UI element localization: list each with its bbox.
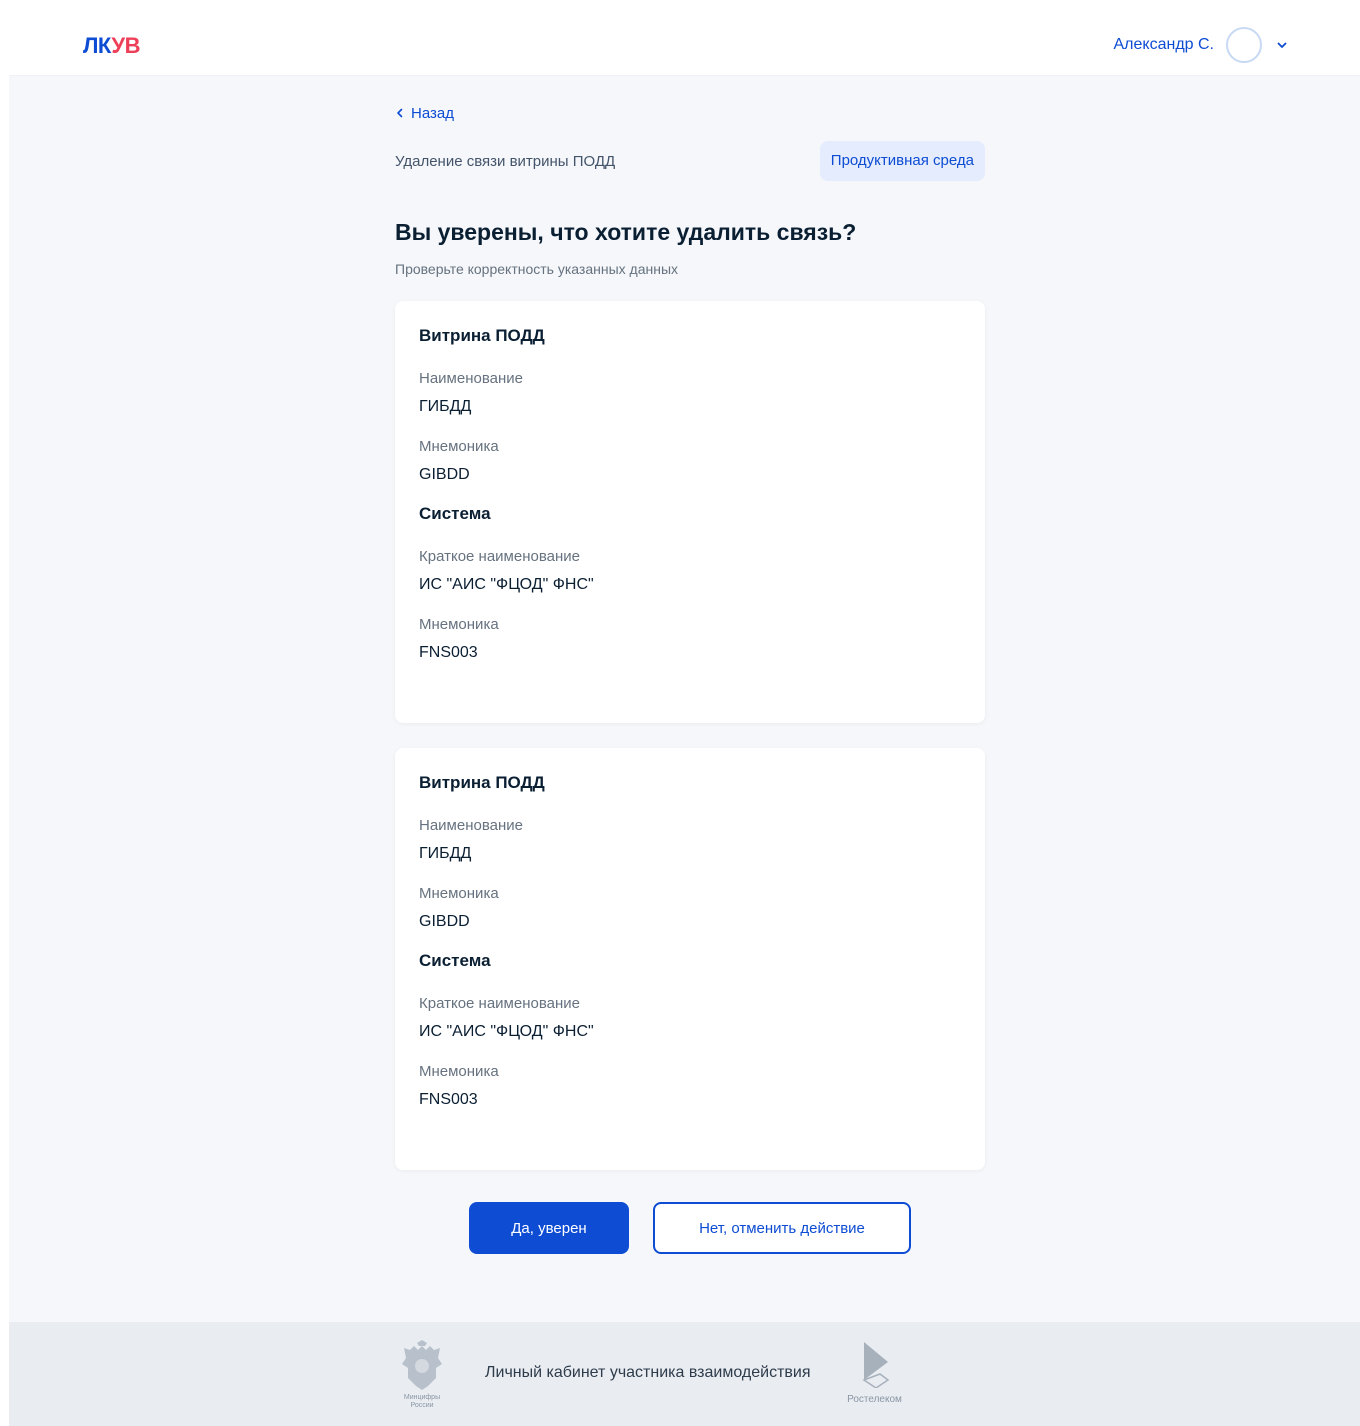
cancel-button[interactable]: Нет, отменить действие [653,1202,911,1254]
field-label: Краткое наименование [419,995,580,1012]
field-label: Мнемоника [419,616,499,633]
field-value: GIBDD [419,466,470,483]
field-name: Наименование ГИБДД [419,816,961,864]
system-title: Система [419,504,491,523]
footer-content: Минцифры России Личный кабинет участника… [393,1340,911,1416]
rostelecom-logo: Ростелеком [839,1340,911,1405]
field-value: ИС "АИС "ФЦОД" ФНС" [419,1023,594,1040]
field-label: Мнемоника [419,438,499,455]
service-row: Удаление связи витрины ПОДД Продуктивная… [395,141,985,181]
field-label: Мнемоника [419,1063,499,1080]
avatar [1226,27,1262,63]
ministry-logo: Минцифры России [393,1340,451,1410]
field-value: ГИБДД [419,398,472,415]
chevron-left-icon [397,108,403,118]
rostelecom-icon [861,1342,889,1388]
action-buttons: Да, уверен Нет, отменить действие [395,1202,985,1254]
link-card: Витрина ПОДД Наименование ГИБДД Мнемоник… [395,748,985,1170]
logo-lk: ЛК [83,33,112,58]
field-system-mnemonic: Мнемоника FNS003 [419,1062,961,1110]
system-title: Система [419,951,491,970]
field-value: ГИБДД [419,845,472,862]
field-system-mnemonic: Мнемоника FNS003 [419,615,961,663]
field-label: Мнемоника [419,885,499,902]
main-content: Назад Удаление связи витрины ПОДД Продук… [395,100,985,1254]
field-value: GIBDD [419,913,470,930]
field-name: Наименование ГИБДД [419,369,961,417]
coat-of-arms-icon [402,1340,442,1390]
field-mnemonic: Мнемоника GIBDD [419,884,961,932]
logo-uv: УВ [111,33,140,58]
ministry-text: Минцифры России [403,1394,441,1409]
environment-badge: Продуктивная среда [819,141,985,181]
page: ЛКУВ Александр С. Назад Удаление связи в… [9,0,1360,1426]
field-label: Наименование [419,370,523,387]
user-menu[interactable]: Александр С. [1114,27,1289,63]
top-header: ЛКУВ Александр С. [9,0,1360,76]
page-subtitle: Проверьте корректность указанных данных [395,261,679,277]
partner-name: Ростелеком [847,1394,902,1405]
field-label: Краткое наименование [419,548,580,565]
field-value: FNS003 [419,1091,478,1108]
footer: Минцифры России Личный кабинет участника… [9,1322,1360,1426]
link-card: Витрина ПОДД Наименование ГИБДД Мнемоник… [395,301,985,723]
chevron-down-icon [1277,42,1287,48]
field-value: FNS003 [419,644,478,661]
field-label: Наименование [419,817,523,834]
app-logo[interactable]: ЛКУВ [83,34,140,58]
field-short-name: Краткое наименование ИС "АИС "ФЦОД" ФНС" [419,547,961,595]
back-link[interactable]: Назад [395,100,454,126]
field-value: ИС "АИС "ФЦОД" ФНС" [419,576,594,593]
confirm-button[interactable]: Да, уверен [469,1202,629,1254]
back-label: Назад [411,104,454,122]
field-short-name: Краткое наименование ИС "АИС "ФЦОД" ФНС" [419,994,961,1042]
showcase-title: Витрина ПОДД [419,773,545,792]
user-name: Александр С. [1113,36,1215,53]
service-title: Удаление связи витрины ПОДД [395,152,616,170]
footer-title: Личный кабинет участника взаимодействия [485,1364,811,1381]
showcase-title: Витрина ПОДД [419,326,545,345]
field-mnemonic: Мнемоника GIBDD [419,437,961,485]
page-title: Вы уверены, что хотите удалить связь? [395,219,857,245]
